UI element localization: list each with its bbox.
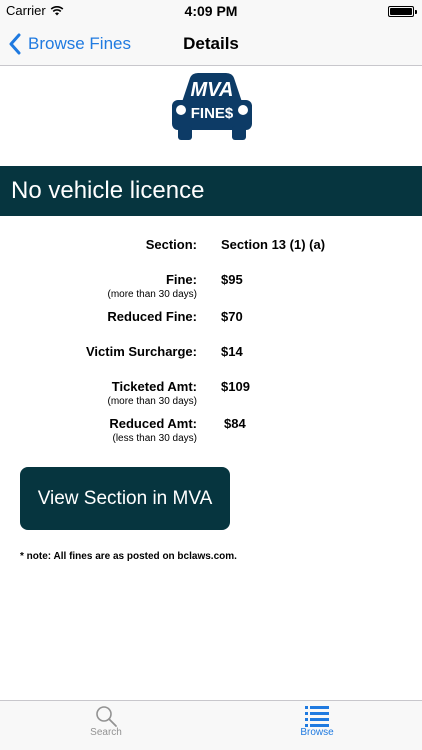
battery-icon (388, 6, 417, 17)
title-banner: No vehicle licence (0, 166, 422, 216)
section-value: Section 13 (1) (a) (221, 237, 326, 252)
victim-surcharge-value: $14 (221, 344, 243, 359)
svg-text:FINE$: FINE$ (191, 105, 234, 122)
tab-search[interactable]: Search (56, 701, 156, 750)
ticketed-amt-value: $109 (221, 379, 250, 394)
navigation-bar: Browse Fines Details (0, 22, 422, 66)
mva-fines-logo: MVA FINE$ (172, 73, 252, 140)
reduced-amt-note: (less than 30 days) (112, 433, 198, 444)
tab-search-label: Search (90, 727, 122, 738)
footnote: * note: All fines are as posted on bclaw… (20, 551, 237, 562)
status-bar: Carrier 4:09 PM (0, 0, 422, 22)
tab-browse[interactable]: Browse (267, 701, 367, 750)
status-time: 4:09 PM (184, 3, 238, 19)
fine-value: $95 (221, 272, 243, 287)
section-label: Section: (145, 237, 197, 252)
reduced-amt-value: $84 (224, 416, 246, 431)
svg-text:MVA: MVA (191, 79, 234, 101)
back-button[interactable]: Browse Fines (8, 22, 131, 66)
ticketed-amt-note: (more than 30 days) (107, 396, 198, 407)
reduced-amt-label: Reduced Amt: (109, 416, 197, 431)
tab-bar: Search Browse (0, 700, 422, 750)
tab-browse-label: Browse (300, 727, 334, 738)
back-button-label: Browse Fines (28, 34, 131, 53)
list-icon (305, 706, 329, 727)
ticketed-amt-label: Ticketed Amt: (111, 379, 197, 394)
reduced-fine-value: $70 (221, 309, 243, 324)
search-icon (96, 706, 117, 727)
reduced-fine-label: Reduced Fine: (107, 309, 197, 324)
fine-note: (more than 30 days) (107, 289, 198, 300)
chevron-left-icon (9, 33, 21, 55)
fine-label: Fine: (165, 272, 197, 287)
view-section-button[interactable]: View Section in MVA (20, 467, 230, 530)
victim-surcharge-label: Victim Surcharge: (85, 344, 197, 359)
offence-title: No vehicle licence (11, 177, 205, 204)
